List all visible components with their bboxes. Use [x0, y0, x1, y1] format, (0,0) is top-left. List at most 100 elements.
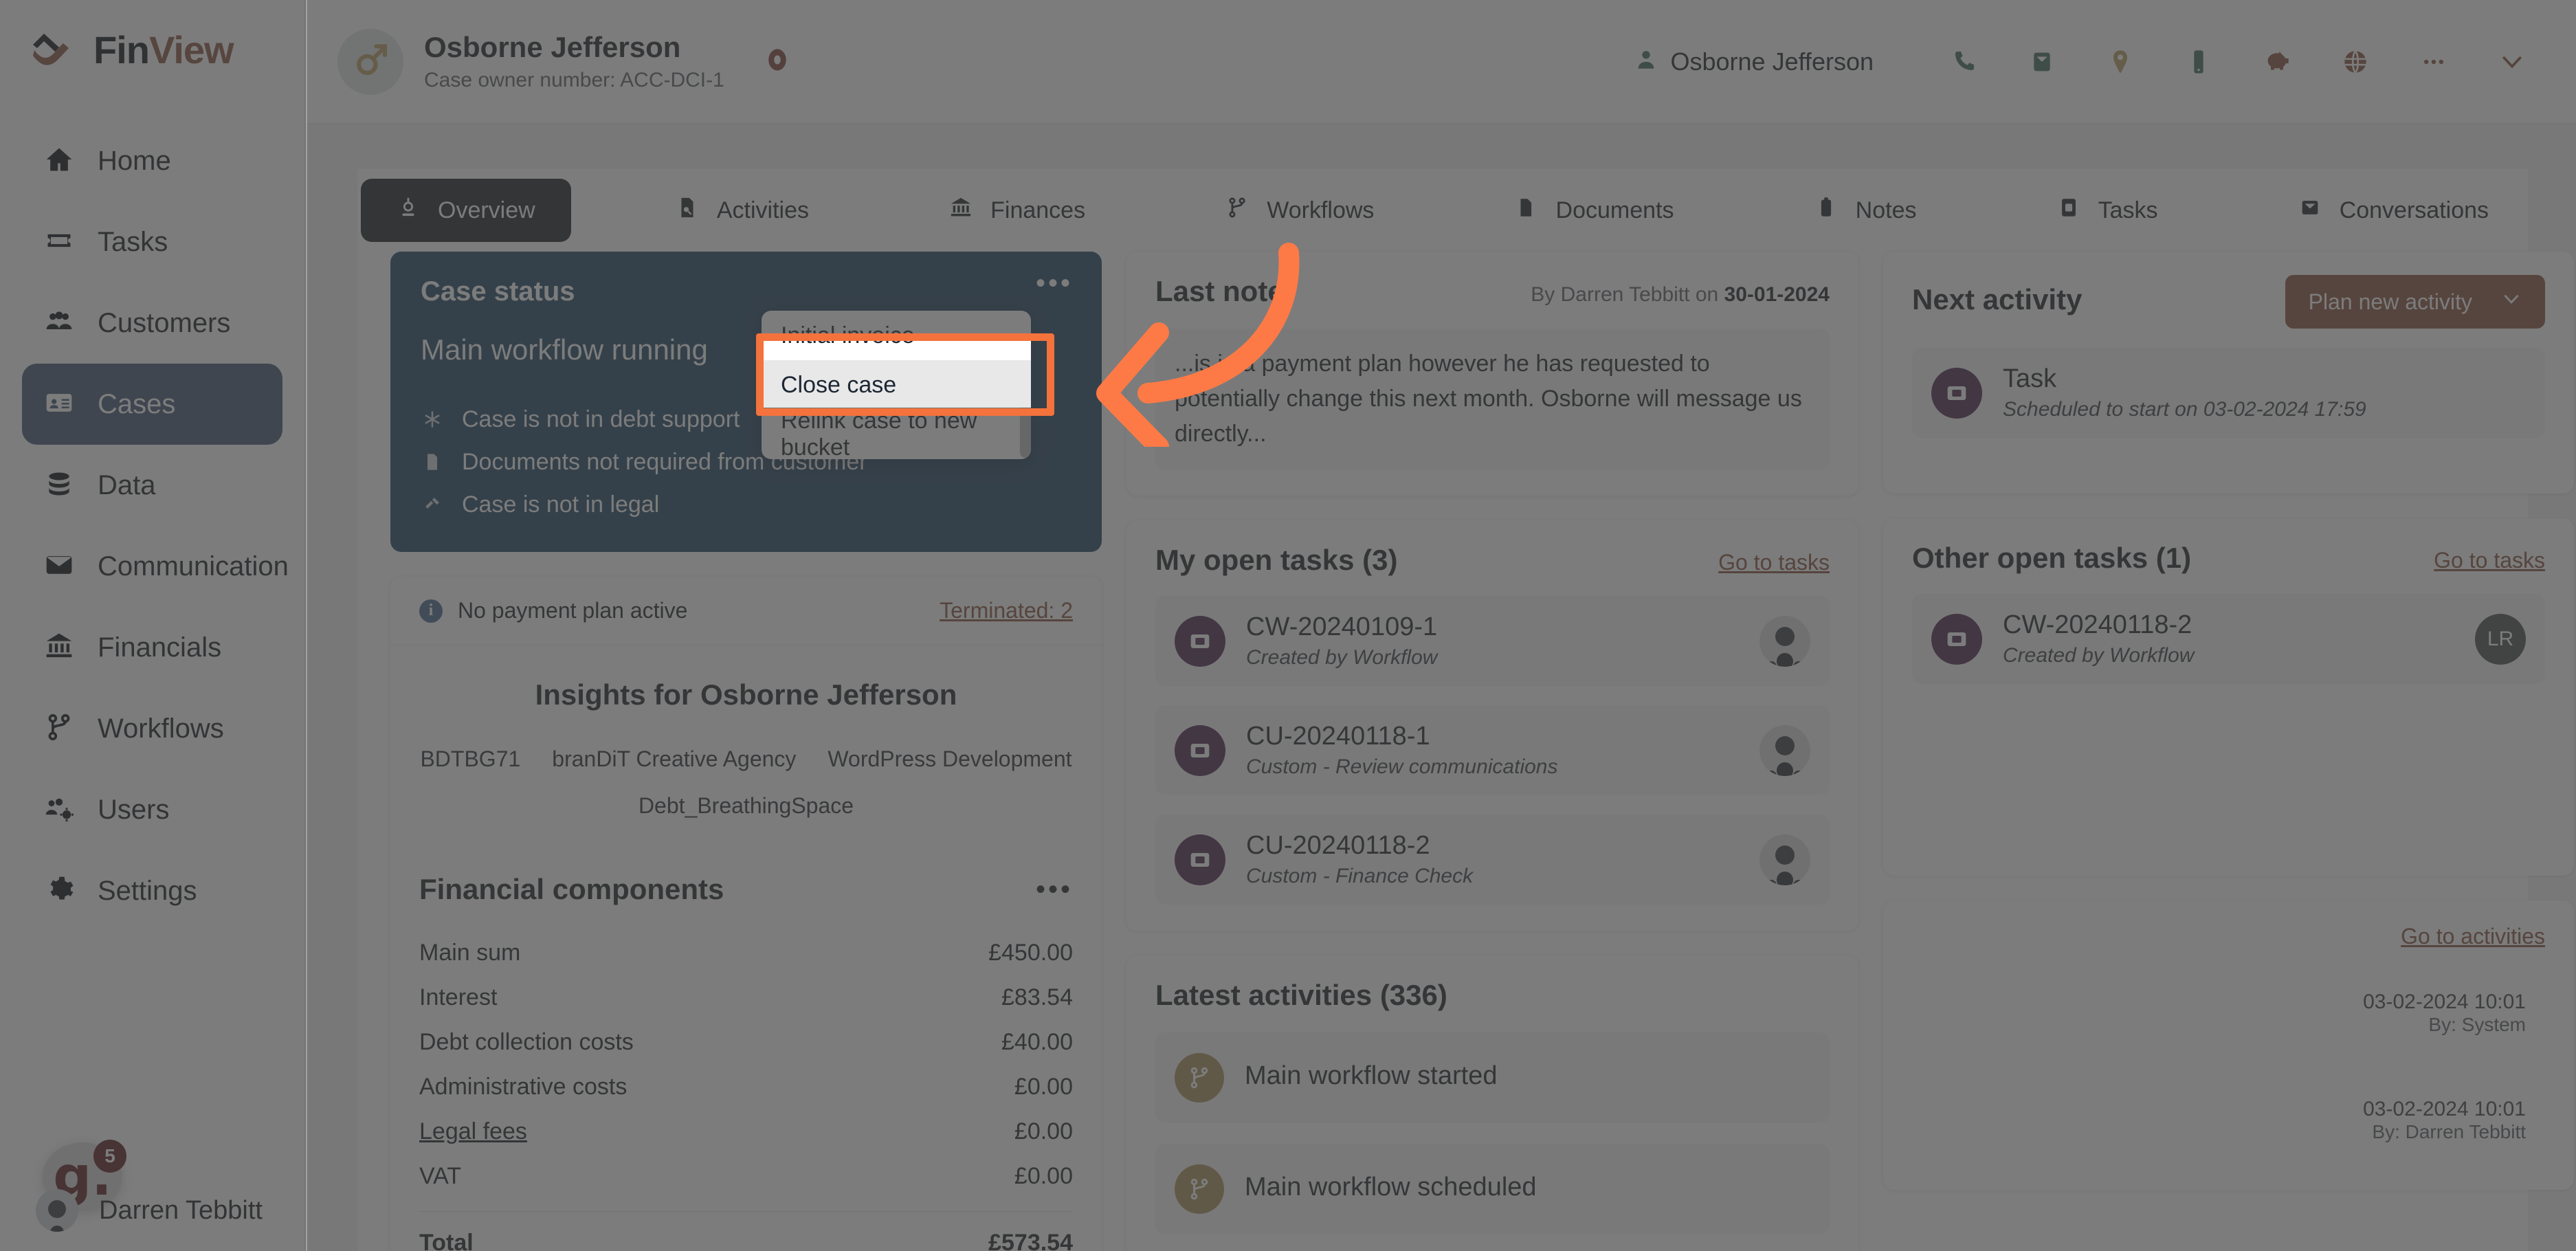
- app-logo[interactable]: FinView: [0, 0, 304, 72]
- tab-overview[interactable]: Overview: [361, 179, 571, 242]
- note-icon: [1814, 196, 1838, 225]
- highlight-annotation-border: [756, 333, 1054, 416]
- financial-row-legal-fees[interactable]: Legal fees £0.00: [419, 1109, 1073, 1154]
- sidebar-item-data[interactable]: Data: [22, 445, 282, 526]
- ticket-icon: [1175, 615, 1225, 667]
- globe-icon[interactable]: [2316, 31, 2395, 93]
- task-subtitle: Custom - Review communications: [1246, 755, 1558, 778]
- asterisk-icon: [421, 410, 444, 429]
- location-pin-icon[interactable]: [2081, 31, 2159, 93]
- sidebar-item-users[interactable]: Users: [22, 769, 282, 850]
- task-id: CU-20240118-2: [1246, 831, 1430, 860]
- tab-tasks[interactable]: Tasks: [2021, 179, 2194, 242]
- list-item[interactable]: CU-20240118-2 Custom - Finance Check: [1155, 815, 1830, 905]
- task-id: CU-20240118-1: [1246, 722, 1430, 751]
- sidebar-item-financials[interactable]: Financials: [22, 607, 282, 688]
- phone-icon[interactable]: [1924, 31, 2003, 93]
- financial-row-value: £83.54: [1001, 984, 1073, 1010]
- go-to-tasks-link[interactable]: Go to tasks: [2434, 548, 2545, 573]
- ellipsis-icon[interactable]: [2395, 31, 2473, 93]
- task-subtitle: Created by Workflow: [2003, 644, 2195, 667]
- avatar: [1759, 834, 1810, 885]
- header-user-name: Osborne Jefferson: [1670, 47, 1874, 76]
- financial-components-header: Financial components •••: [390, 852, 1102, 913]
- list-item[interactable]: CU-20240118-1 Custom - Review communicat…: [1155, 705, 1830, 795]
- folder-icon: [1515, 196, 1538, 225]
- activity-label: Main workflow started: [1245, 1061, 1498, 1090]
- financial-row-label: Legal fees: [419, 1118, 527, 1144]
- person-icon: [1634, 48, 1658, 75]
- plan-new-activity-button[interactable]: Plan new activity: [2285, 275, 2545, 329]
- red-eye-icon[interactable]: [766, 48, 789, 75]
- sidebar-item-communication[interactable]: Communication: [22, 526, 289, 607]
- go-to-activities-link[interactable]: Go to activities: [2401, 924, 2545, 949]
- header-user[interactable]: Osborne Jefferson: [1634, 47, 1874, 76]
- piggy-bank-icon[interactable]: [2238, 31, 2316, 93]
- sidebar-item-label: Users: [98, 794, 170, 825]
- avatar: [1759, 724, 1810, 776]
- financial-row: Main sum £450.00: [419, 931, 1073, 975]
- logo-text-view: View: [148, 28, 234, 71]
- case-owner-avatar: [337, 28, 403, 95]
- latest-activities-title: Latest activities (336): [1155, 979, 1447, 1011]
- list-item[interactable]: CW-20240109-1 Created by Workflow: [1155, 596, 1830, 686]
- go-to-tasks-link[interactable]: Go to tasks: [1718, 550, 1830, 575]
- next-activity-item[interactable]: Task Scheduled to start on 03-02-2024 17…: [1912, 348, 2545, 438]
- male-symbol-icon: [351, 41, 390, 82]
- financial-row-value: £40.00: [1001, 1028, 1073, 1055]
- sidebar-item-tasks[interactable]: Tasks: [22, 201, 282, 283]
- financial-row-label: Administrative costs: [419, 1073, 628, 1100]
- tab-label: Workflows: [1267, 197, 1375, 223]
- financial-components-menu-button[interactable]: •••: [1036, 876, 1073, 903]
- tab-documents[interactable]: Documents: [1479, 179, 1710, 242]
- sidebar-profile[interactable]: Darren Tebbitt: [0, 1189, 306, 1232]
- sidebar-item-workflows[interactable]: Workflows: [22, 688, 282, 769]
- chevron-down-icon[interactable]: [2473, 31, 2551, 93]
- sidebar-item-customers[interactable]: Customers: [22, 283, 282, 364]
- tab-bar: Overview Activities Finances Workflows D…: [357, 169, 2528, 252]
- ticket-icon: [1931, 367, 1982, 419]
- financial-total-label: Total: [419, 1230, 474, 1251]
- task-subtitle: Custom - Finance Check: [1246, 865, 1474, 887]
- sidebar-item-home[interactable]: Home: [22, 120, 282, 201]
- next-activity-item-title: Task: [2003, 364, 2057, 393]
- tab-activities[interactable]: Activities: [640, 179, 845, 242]
- tab-conversations[interactable]: Conversations: [2263, 179, 2524, 242]
- financial-row-value: £0.00: [1014, 1118, 1073, 1144]
- menu-item-relink-case[interactable]: Relink case to new bucket: [762, 408, 1031, 459]
- payment-plan-strip: i No payment plan active Terminated: 2: [390, 577, 1102, 645]
- financial-components-title: Financial components: [419, 872, 724, 905]
- database-icon: [44, 469, 74, 502]
- my-open-tasks-header: My open tasks (3) Go to tasks: [1155, 544, 1830, 577]
- sidebar-item-cases[interactable]: Cases: [22, 364, 282, 445]
- mobile-icon[interactable]: [2159, 31, 2238, 93]
- case-status-title: Case status: [421, 276, 575, 307]
- workflow-icon: [1175, 1164, 1224, 1214]
- terminated-link[interactable]: Terminated: 2: [940, 598, 1073, 623]
- financial-total-row: Total £573.54: [419, 1219, 1073, 1251]
- tab-notes[interactable]: Notes: [1779, 179, 1953, 242]
- task-text: CU-20240118-2 Custom - Finance Check: [1246, 831, 1473, 888]
- financial-row: VAT £0.00: [419, 1154, 1073, 1199]
- latest-activities-link-row: Go to activities: [1912, 924, 2545, 949]
- chevron-down-icon: [2501, 289, 2522, 315]
- sidebar-item-label: Workflows: [98, 713, 224, 744]
- activity-row[interactable]: Main workflow scheduled: [1155, 1144, 1830, 1235]
- sidebar-nav: Home Tasks Customers Cases Data Communic…: [0, 120, 304, 931]
- task-id: CW-20240118-2: [2003, 610, 2192, 639]
- tab-workflows[interactable]: Workflows: [1190, 179, 1410, 242]
- tab-label: Overview: [438, 197, 535, 223]
- sidebar-item-label: Communication: [98, 551, 289, 582]
- activity-row[interactable]: Main workflow started: [1155, 1032, 1830, 1123]
- tab-label: Tasks: [2098, 197, 2158, 223]
- annotation-arrow: [1024, 241, 1313, 457]
- sidebar-item-label: Financials: [98, 632, 222, 663]
- finview-logo-mark: [29, 30, 76, 71]
- sidebar-item-settings[interactable]: Settings: [22, 850, 282, 931]
- envelope-icon[interactable]: [2003, 31, 2081, 93]
- list-item[interactable]: CW-20240118-2 Created by Workflow LR: [1912, 594, 2545, 684]
- financial-row-label: Debt collection costs: [419, 1028, 634, 1055]
- other-open-tasks-header: Other open tasks (1) Go to tasks: [1912, 542, 2545, 575]
- tab-finances[interactable]: Finances: [913, 179, 1121, 242]
- avatar: [36, 1189, 78, 1232]
